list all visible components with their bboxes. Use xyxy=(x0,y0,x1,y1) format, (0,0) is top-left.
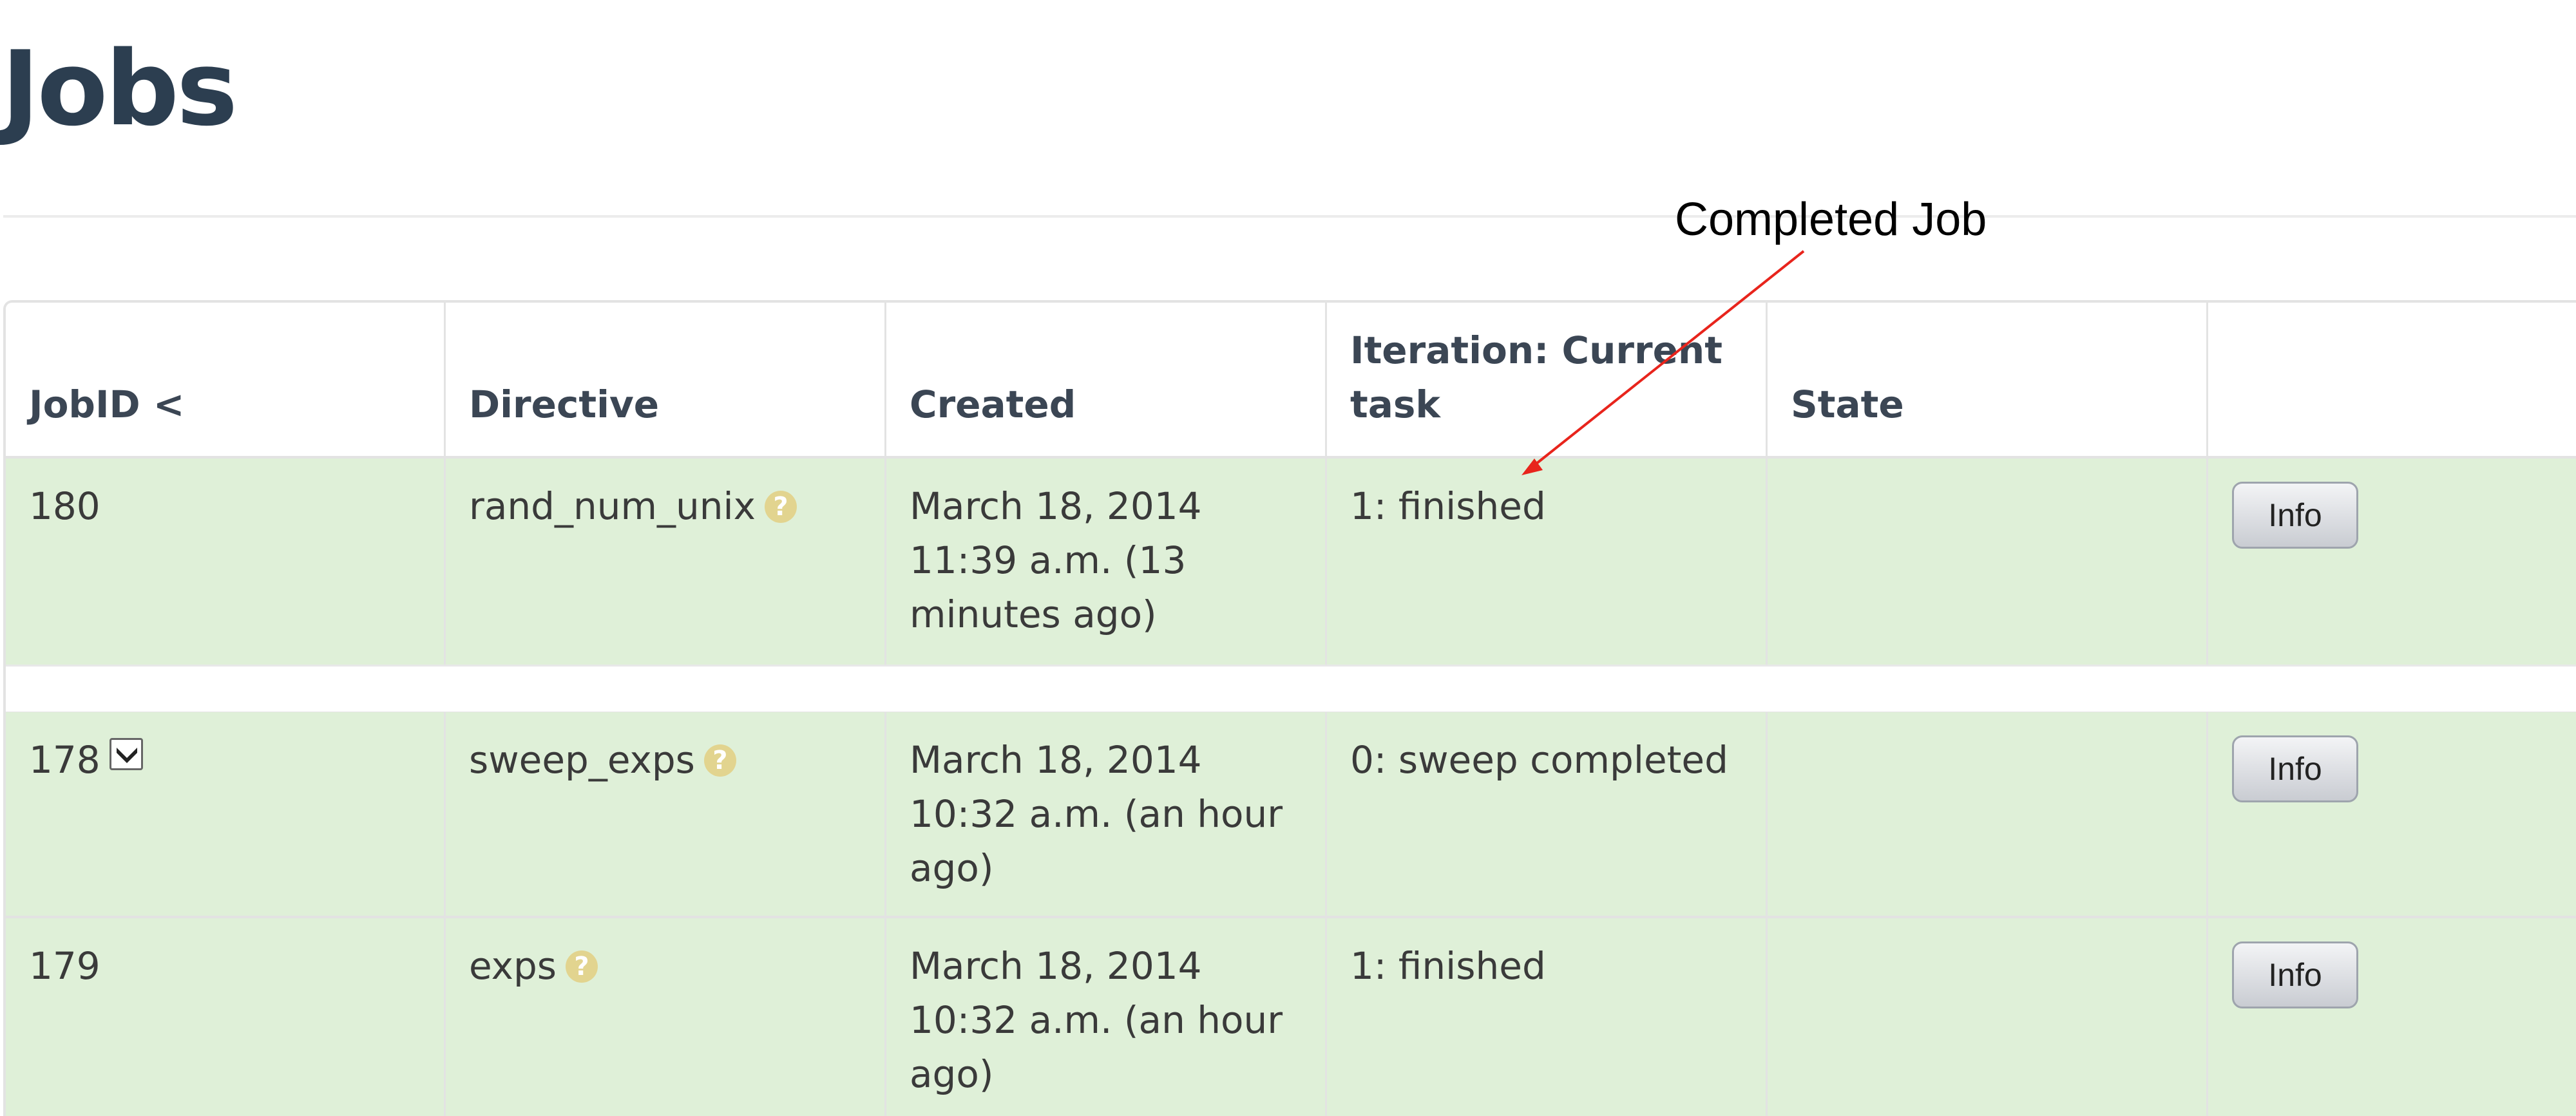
cell-created: March 18, 2014 11:39 a.m. (13 minutes ag… xyxy=(886,459,1327,665)
cell-state xyxy=(1768,712,2208,916)
annotation-label: Completed Job xyxy=(1675,194,1987,245)
cell-directive: rand_num_unix? xyxy=(446,459,886,665)
directive-name: rand_num_unix xyxy=(469,484,756,528)
help-icon[interactable]: ? xyxy=(566,950,598,983)
title-divider xyxy=(3,215,2576,218)
column-header-directive: Directive xyxy=(446,303,886,456)
cell-jobid: 180 xyxy=(6,459,446,665)
job-id: 178 xyxy=(29,738,100,782)
cell-jobid: 178 xyxy=(6,712,446,916)
chevron-down-icon[interactable] xyxy=(109,738,143,770)
created-timestamp: March 18, 2014 10:32 a.m. (an hour ago) xyxy=(910,738,1283,890)
directive-name: sweep_exps xyxy=(469,738,695,782)
column-header-label: Iteration: Current task xyxy=(1350,328,1722,426)
cell-iteration: 1: finished xyxy=(1327,918,1768,1116)
column-header-label: JobID < xyxy=(29,383,185,426)
jobs-table: JobID < Directive Created Iteration: Cur… xyxy=(3,300,2576,1116)
cell-directive: sweep_exps? xyxy=(446,712,886,916)
row-separator xyxy=(6,665,2576,714)
page-title: Jobs xyxy=(1,28,238,149)
cell-created: March 18, 2014 10:32 a.m. (an hour ago) xyxy=(886,712,1327,916)
iteration-status: 1: finished xyxy=(1350,484,1546,528)
cell-actions: Info xyxy=(2208,918,2576,1116)
created-timestamp: March 18, 2014 11:39 a.m. (13 minutes ag… xyxy=(910,484,1202,636)
cell-actions: Info xyxy=(2208,459,2576,665)
column-header-created: Created xyxy=(886,303,1327,456)
info-button[interactable]: Info xyxy=(2232,941,2358,1008)
column-header-label: State xyxy=(1791,383,1904,426)
cell-actions: Info xyxy=(2208,712,2576,916)
help-icon[interactable]: ? xyxy=(703,744,736,777)
iteration-status: 0: sweep completed xyxy=(1350,738,1728,782)
job-id: 179 xyxy=(29,944,100,988)
table-row: 179 exps? March 18, 2014 10:32 a.m. (an … xyxy=(6,918,2576,1116)
cell-state xyxy=(1768,459,2208,665)
column-header-jobid[interactable]: JobID < xyxy=(6,303,446,456)
column-header-label: Created xyxy=(910,383,1076,426)
created-timestamp: March 18, 2014 10:32 a.m. (an hour ago) xyxy=(910,944,1283,1096)
info-button[interactable]: Info xyxy=(2232,735,2358,802)
cell-jobid: 179 xyxy=(6,918,446,1116)
cell-iteration: 0: sweep completed xyxy=(1327,712,1768,916)
column-header-label: Directive xyxy=(469,383,660,426)
column-header-iteration: Iteration: Current task xyxy=(1327,303,1768,456)
cell-state xyxy=(1768,918,2208,1116)
help-icon[interactable]: ? xyxy=(764,491,797,523)
iteration-status: 1: finished xyxy=(1350,944,1546,988)
cell-directive: exps? xyxy=(446,918,886,1116)
info-button[interactable]: Info xyxy=(2232,482,2358,549)
table-header-row: JobID < Directive Created Iteration: Cur… xyxy=(6,303,2576,459)
job-id: 180 xyxy=(29,484,100,528)
cell-iteration: 1: finished xyxy=(1327,459,1768,665)
column-header-actions xyxy=(2208,303,2576,456)
table-row: 178 sweep_exps? March 18, 2014 10:32 a.m… xyxy=(6,712,2576,918)
cell-created: March 18, 2014 10:32 a.m. (an hour ago) xyxy=(886,918,1327,1116)
table-row: 180 rand_num_unix? March 18, 2014 11:39 … xyxy=(6,459,2576,665)
directive-name: exps xyxy=(469,944,557,988)
column-header-state: State xyxy=(1768,303,2208,456)
